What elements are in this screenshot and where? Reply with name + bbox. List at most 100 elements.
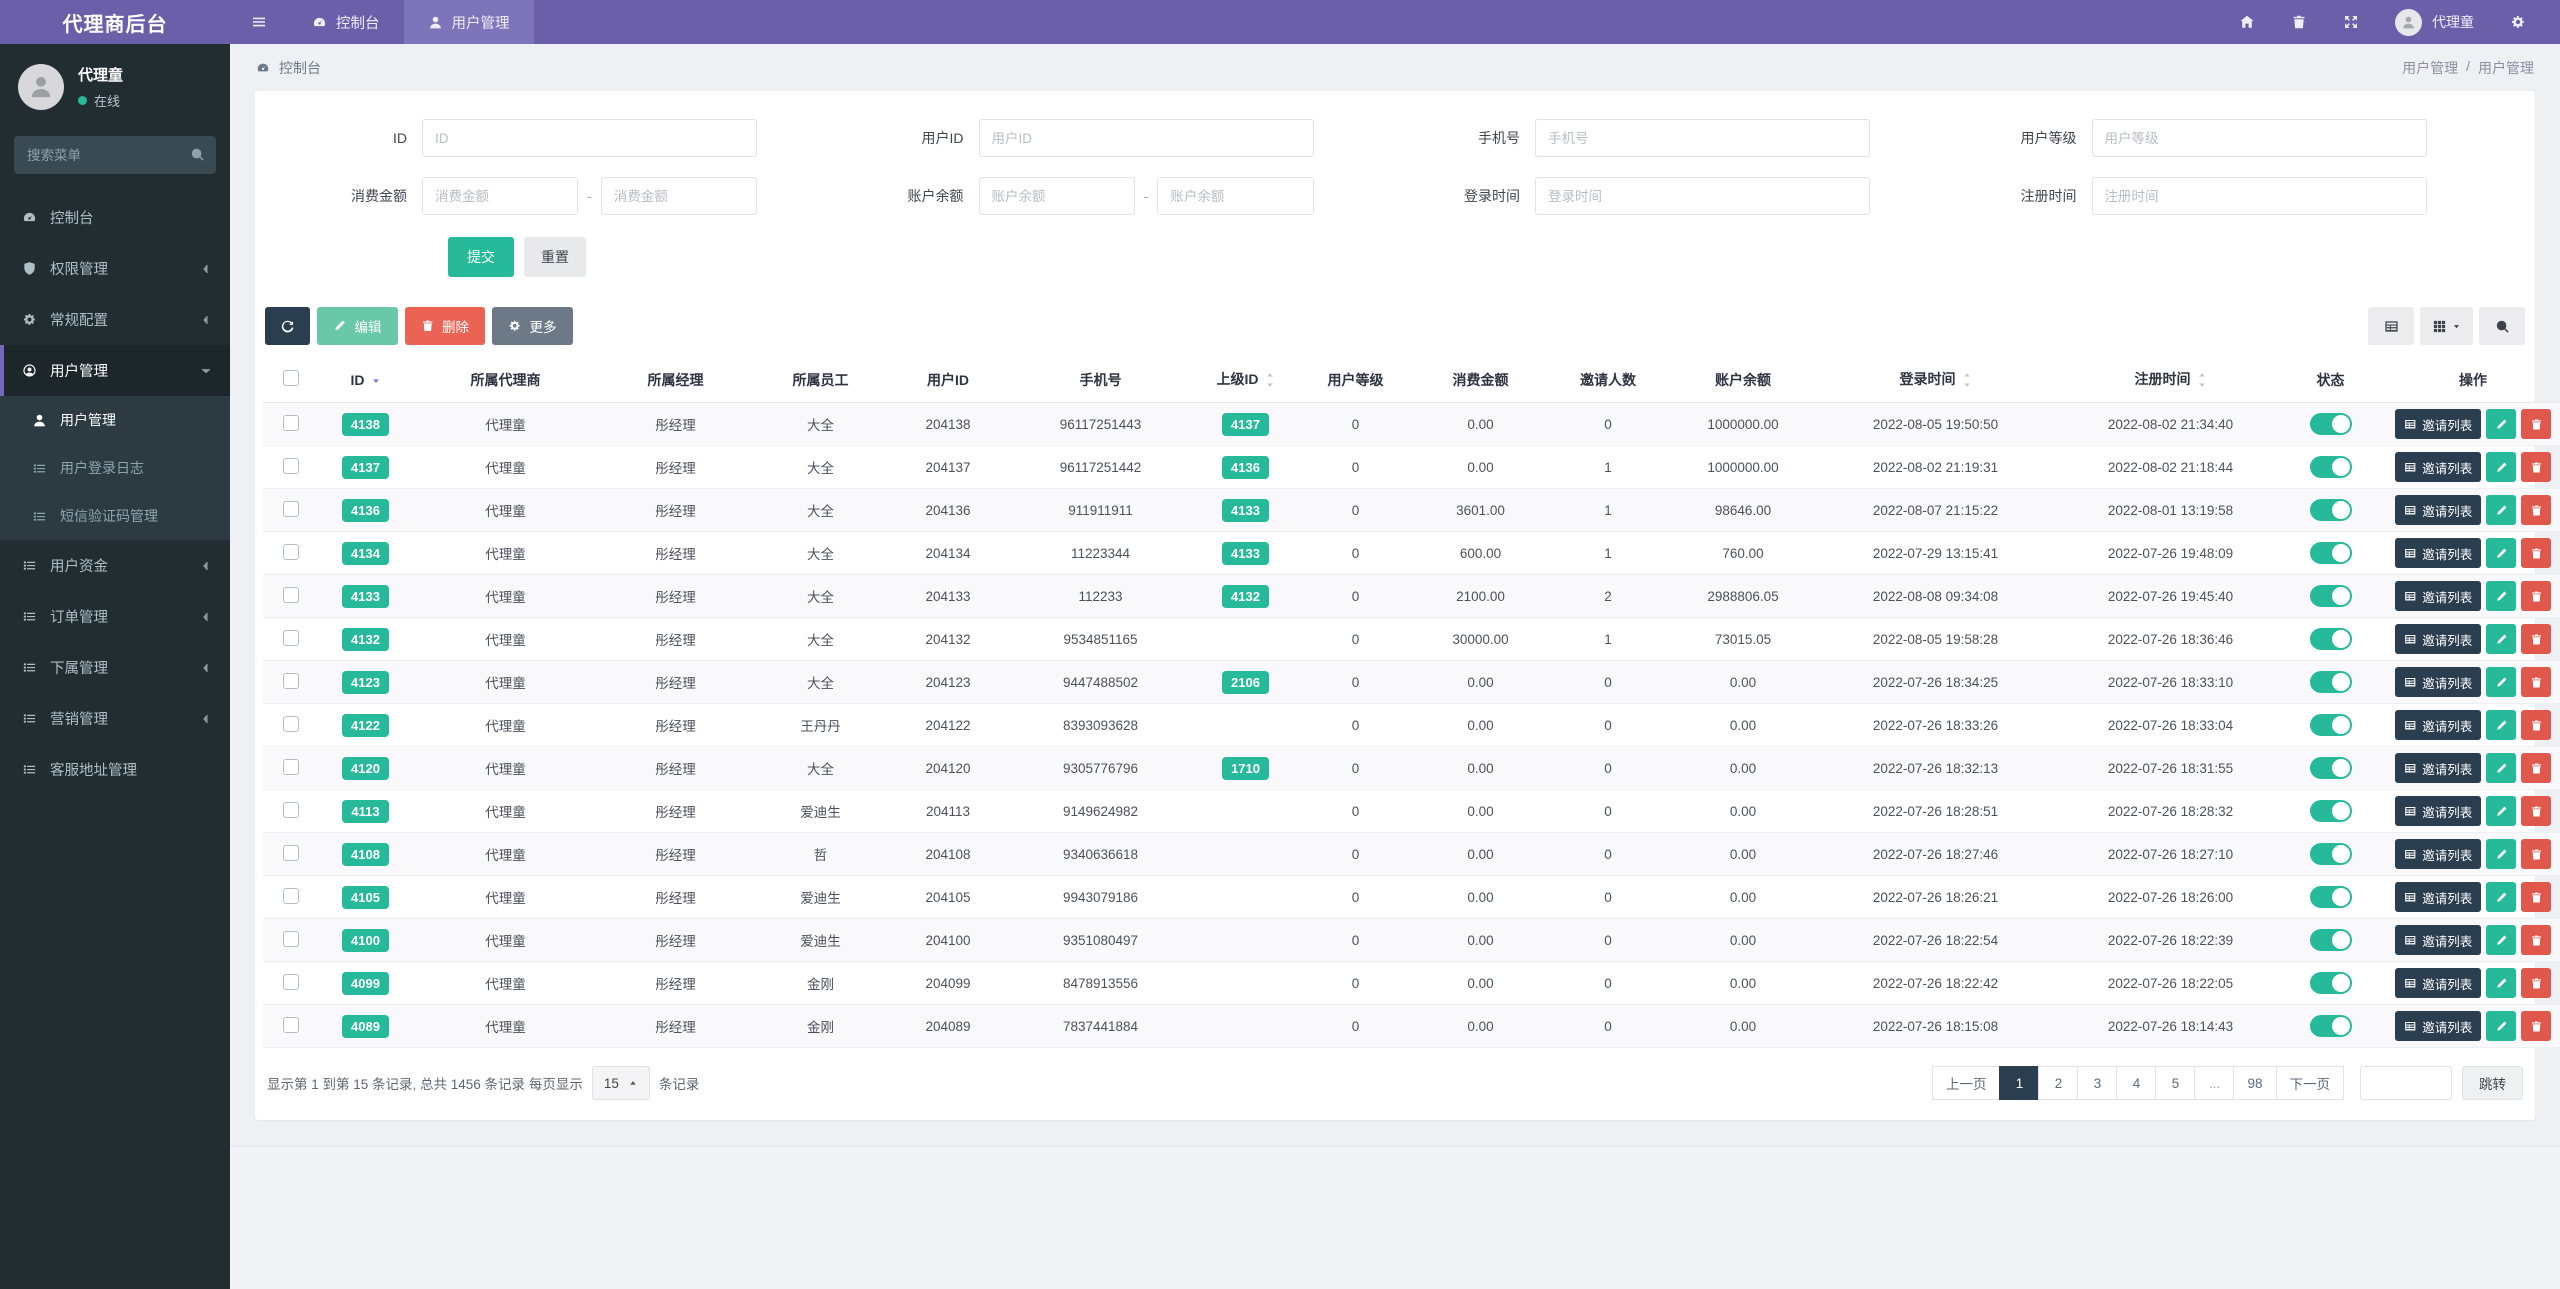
sidebar-item-permission-management[interactable]: 权限管理 xyxy=(0,243,230,294)
status-toggle[interactable] xyxy=(2309,456,2352,479)
sidebar-item-user-funds[interactable]: 用户资金 xyxy=(0,540,230,591)
row-delete-button[interactable] xyxy=(2521,710,2552,741)
page-button-1[interactable]: 1 xyxy=(1999,1066,2040,1101)
sidebar-item-customer-service-address[interactable]: 客服地址管理 xyxy=(0,744,230,795)
top-tab-user-management[interactable]: 用户管理 xyxy=(403,0,534,44)
row-delete-button[interactable] xyxy=(2521,796,2552,827)
page-button-5[interactable]: 5 xyxy=(2155,1066,2196,1101)
page-size-select[interactable]: 15 xyxy=(591,1066,650,1101)
row-checkbox[interactable] xyxy=(282,844,299,861)
row-checkbox[interactable] xyxy=(282,715,299,732)
user-level-input[interactable] xyxy=(2091,119,2427,157)
row-checkbox[interactable] xyxy=(282,457,299,474)
user-id-input[interactable] xyxy=(978,119,1314,157)
sidebar-toggle-button[interactable] xyxy=(230,0,288,44)
column-header-上级ID[interactable]: 上级ID xyxy=(1193,357,1298,404)
status-toggle[interactable] xyxy=(2309,585,2352,608)
row-checkbox[interactable] xyxy=(282,414,299,431)
status-toggle[interactable] xyxy=(2309,413,2352,436)
status-toggle[interactable] xyxy=(2309,800,2352,823)
invite-list-button[interactable]: 邀请列表 xyxy=(2394,1011,2482,1042)
table-search-button[interactable] xyxy=(2479,307,2525,345)
account-balance-min-input[interactable] xyxy=(978,177,1135,215)
toggle-view-button[interactable] xyxy=(2368,307,2414,345)
row-edit-button[interactable] xyxy=(2486,667,2517,698)
edit-button[interactable]: 编辑 xyxy=(317,307,398,345)
row-checkbox[interactable] xyxy=(282,801,299,818)
menu-search-input[interactable] xyxy=(14,136,216,174)
row-edit-button[interactable] xyxy=(2486,925,2517,956)
row-edit-button[interactable] xyxy=(2486,968,2517,999)
clear-cache-button[interactable] xyxy=(2291,14,2307,30)
sidebar-item-marketing-management[interactable]: 营销管理 xyxy=(0,693,230,744)
sort-both-icon[interactable] xyxy=(1265,370,1275,390)
settings-button[interactable] xyxy=(2510,14,2526,30)
invite-list-button[interactable]: 邀请列表 xyxy=(2394,753,2482,784)
status-toggle[interactable] xyxy=(2309,1015,2352,1038)
submit-button[interactable]: 提交 xyxy=(448,237,514,277)
invite-list-button[interactable]: 邀请列表 xyxy=(2394,796,2482,827)
row-delete-button[interactable] xyxy=(2521,839,2552,870)
invite-list-button[interactable]: 邀请列表 xyxy=(2394,624,2482,655)
column-header-注册时间[interactable]: 注册时间 xyxy=(2053,357,2288,404)
invite-list-button[interactable]: 邀请列表 xyxy=(2394,538,2482,569)
row-checkbox[interactable] xyxy=(282,973,299,990)
invite-list-button[interactable]: 邀请列表 xyxy=(2394,839,2482,870)
row-edit-button[interactable] xyxy=(2486,839,2517,870)
id-input[interactable] xyxy=(422,119,757,157)
account-balance-max-input[interactable] xyxy=(1157,177,1314,215)
status-toggle[interactable] xyxy=(2309,972,2352,995)
sidebar-subitem-user-login-log[interactable]: 用户登录日志 xyxy=(0,444,230,492)
status-toggle[interactable] xyxy=(2309,628,2352,651)
invite-list-button[interactable]: 邀请列表 xyxy=(2394,495,2482,526)
login-time-input[interactable] xyxy=(1535,177,1870,215)
status-toggle[interactable] xyxy=(2309,499,2352,522)
row-delete-button[interactable] xyxy=(2521,1011,2552,1042)
top-tab-dashboard[interactable]: 控制台 xyxy=(288,0,404,44)
row-delete-button[interactable] xyxy=(2521,495,2552,526)
consume-amount-max-input[interactable] xyxy=(600,177,758,215)
sort-both-icon[interactable] xyxy=(2197,370,2207,390)
refresh-button[interactable] xyxy=(265,307,310,345)
row-checkbox[interactable] xyxy=(282,500,299,517)
page-button-2[interactable]: 2 xyxy=(2038,1066,2079,1101)
status-toggle[interactable] xyxy=(2309,929,2352,952)
row-delete-button[interactable] xyxy=(2521,667,2552,698)
row-delete-button[interactable] xyxy=(2521,882,2552,913)
more-button[interactable]: 更多 xyxy=(492,307,573,345)
row-checkbox[interactable] xyxy=(282,672,299,689)
row-delete-button[interactable] xyxy=(2521,753,2552,784)
sidebar-subitem-sms-code-management[interactable]: 短信验证码管理 xyxy=(0,492,230,540)
status-toggle[interactable] xyxy=(2309,542,2352,565)
row-delete-button[interactable] xyxy=(2521,538,2552,569)
consume-amount-min-input[interactable] xyxy=(422,177,579,215)
sidebar-item-dashboard[interactable]: 控制台 xyxy=(0,192,230,243)
sidebar-item-user-management[interactable]: 用户管理 xyxy=(0,345,230,396)
row-edit-button[interactable] xyxy=(2486,495,2517,526)
register-time-input[interactable] xyxy=(2091,177,2427,215)
invite-list-button[interactable]: 邀请列表 xyxy=(2394,667,2482,698)
breadcrumb-item[interactable]: 用户管理 xyxy=(2402,58,2458,78)
row-edit-button[interactable] xyxy=(2486,452,2517,483)
delete-button[interactable]: 删除 xyxy=(404,307,485,345)
row-edit-button[interactable] xyxy=(2486,538,2517,569)
sidebar-item-order-management[interactable]: 订单管理 xyxy=(0,591,230,642)
user-menu[interactable]: 代理童 xyxy=(2395,8,2474,36)
page-jump-input[interactable] xyxy=(2360,1066,2452,1101)
sort-desc-icon[interactable] xyxy=(371,376,381,386)
invite-list-button[interactable]: 邀请列表 xyxy=(2394,452,2482,483)
status-toggle[interactable] xyxy=(2309,886,2352,909)
page-button-4[interactable]: 4 xyxy=(2116,1066,2157,1101)
row-delete-button[interactable] xyxy=(2521,925,2552,956)
page-button-98[interactable]: 98 xyxy=(2233,1066,2277,1101)
status-toggle[interactable] xyxy=(2309,714,2352,737)
row-edit-button[interactable] xyxy=(2486,796,2517,827)
row-edit-button[interactable] xyxy=(2486,882,2517,913)
row-delete-button[interactable] xyxy=(2521,452,2552,483)
sidebar-item-general-config[interactable]: 常规配置 xyxy=(0,294,230,345)
row-edit-button[interactable] xyxy=(2486,624,2517,655)
reset-button[interactable]: 重置 xyxy=(524,237,586,277)
next-page-button[interactable]: 下一页 xyxy=(2275,1066,2344,1101)
row-checkbox[interactable] xyxy=(282,629,299,646)
row-delete-button[interactable] xyxy=(2521,409,2552,440)
